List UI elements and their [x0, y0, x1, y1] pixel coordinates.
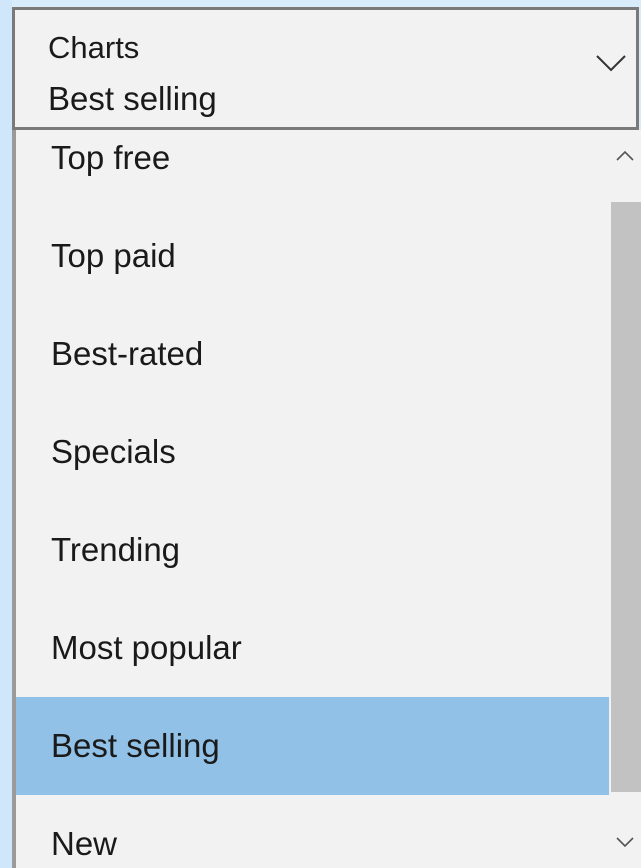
- list-item-most-popular[interactable]: Most popular: [16, 599, 609, 697]
- list-item-trending[interactable]: Trending: [16, 501, 609, 599]
- vertical-scrollbar[interactable]: [609, 130, 641, 868]
- list-item-label: Top paid: [51, 237, 176, 274]
- list-item-label: Best-rated: [51, 335, 204, 372]
- list-item-best-rated[interactable]: Best-rated: [16, 305, 609, 403]
- list-item-label: New: [51, 825, 118, 862]
- background-strip: [0, 0, 12, 868]
- chevron-down-icon[interactable]: [594, 52, 628, 74]
- list-item-top-free[interactable]: Top free: [16, 130, 609, 207]
- charts-combobox[interactable]: Charts Best selling: [12, 7, 639, 130]
- list-item-label: Specials: [51, 433, 176, 470]
- list-item-specials[interactable]: Specials: [16, 403, 609, 501]
- chevron-up-icon[interactable]: [609, 138, 641, 178]
- combobox-label: Charts: [48, 30, 140, 65]
- list-item-label: Trending: [51, 531, 181, 568]
- scrollbar-thumb[interactable]: [611, 202, 641, 792]
- list-item-label: Best selling: [51, 727, 220, 764]
- combobox-value: Best selling: [48, 80, 217, 117]
- list-item-best-selling[interactable]: Best selling: [16, 697, 609, 795]
- list-item-label: Top free: [51, 139, 171, 176]
- dropdown-list: Top free Top paid Best-rated Specials Tr…: [12, 130, 641, 868]
- list-item-new[interactable]: New: [16, 795, 609, 868]
- list-item-label: Most popular: [51, 629, 242, 666]
- dropdown-items: Top free Top paid Best-rated Specials Tr…: [16, 130, 609, 868]
- chevron-down-icon[interactable]: [609, 820, 641, 860]
- list-item-top-paid[interactable]: Top paid: [16, 207, 609, 305]
